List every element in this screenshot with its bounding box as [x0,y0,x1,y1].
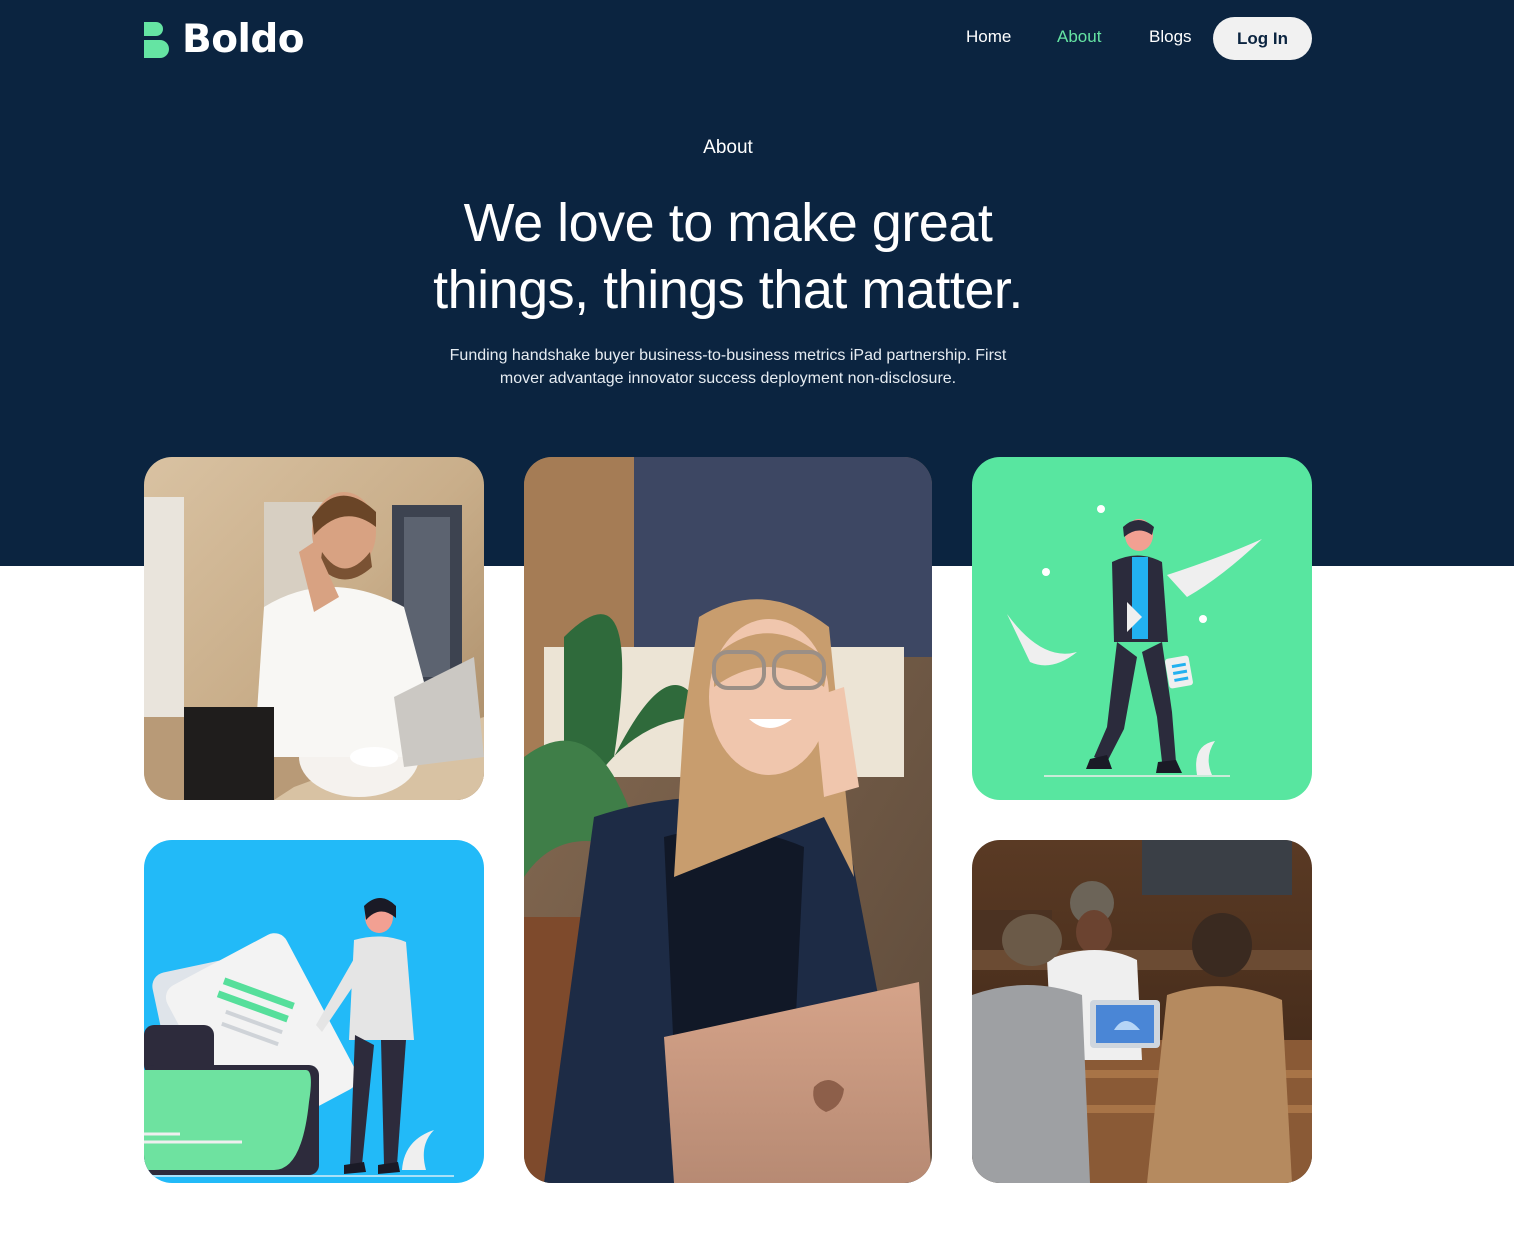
woman-on-phone-photo [524,457,932,1183]
nav-link-blogs[interactable]: Blogs [1149,27,1192,47]
description-line-2: mover advantage innovator success deploy… [499,370,957,387]
hero-headline: We love to make great things, things tha… [378,190,1078,324]
nav-link-about[interactable]: About [1057,27,1101,47]
man-on-phone-photo [144,457,484,800]
gallery-illustration-walking-businessman [972,457,1312,800]
man-with-documents-illustration [144,898,454,1177]
gallery-photo-woman-on-phone [524,457,932,1183]
nav-link-home[interactable]: Home [966,27,1011,47]
gallery-photo-man-on-phone [144,457,484,800]
team-meeting-photo [972,840,1312,1183]
brand-name: Boldo [182,17,305,62]
top-nav: Boldo Home About Blogs Log In [0,0,1514,80]
hero-description: Funding handshake buyer business-to-busi… [418,344,1038,390]
headline-line-2: things, things that matter. [433,260,1023,320]
about-page: Boldo Home About Blogs Log In About We l… [0,0,1514,1242]
gallery-illustration-man-with-documents [144,840,484,1183]
description-line-1: Funding handshake buyer business-to-busi… [449,347,1007,364]
login-button[interactable]: Log In [1213,17,1312,60]
section-eyebrow: About [703,137,753,158]
brand-logo[interactable]: Boldo [144,17,305,62]
logo-mark-icon [144,22,169,58]
headline-line-1: We love to make great [463,193,993,253]
walking-businessman-illustration [1007,505,1262,777]
gallery-photo-team-meeting [972,840,1312,1183]
